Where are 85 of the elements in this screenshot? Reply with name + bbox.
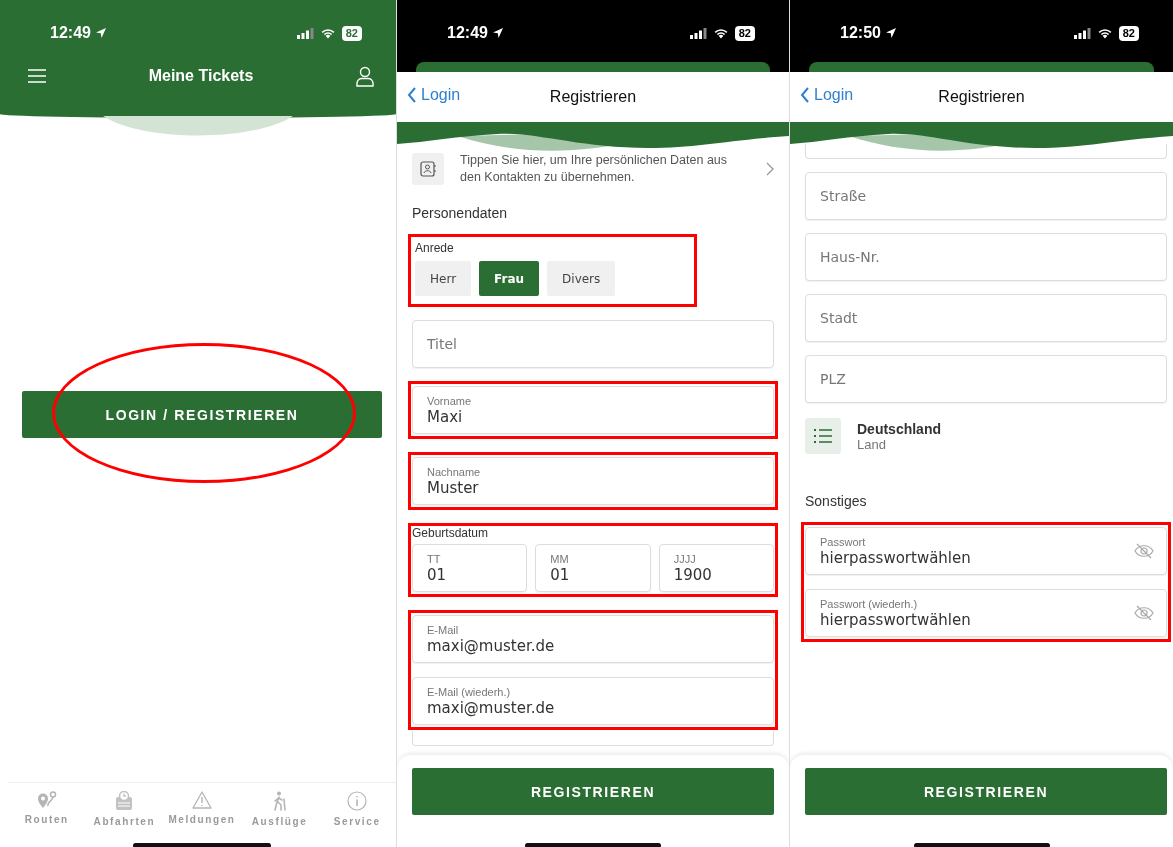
- field-value[interactable]: Titel: [427, 335, 761, 353]
- screen-title: Meine Tickets: [147, 67, 255, 85]
- salutation-option[interactable]: Herr: [415, 261, 472, 296]
- login-button[interactable]: LOGIN / REGISTRIEREN: [22, 391, 382, 438]
- field-value[interactable]: Haus-Nr.: [820, 248, 1154, 266]
- field-value[interactable]: Straße: [820, 187, 1154, 205]
- signal-icon: [689, 27, 707, 39]
- field-label: Anrede: [415, 241, 455, 255]
- contact-card-icon: [420, 161, 436, 177]
- status-time: 12:49: [50, 24, 91, 42]
- input-field[interactable]: Titel: [412, 320, 774, 368]
- back-link[interactable]: Login: [800, 86, 854, 104]
- field-value[interactable]: maxi@muster.de: [427, 698, 761, 717]
- back-link[interactable]: Login: [407, 86, 461, 104]
- wifi-icon: [319, 27, 336, 39]
- status-time: 12:50: [840, 24, 881, 42]
- status-time: 12:49: [447, 24, 488, 42]
- location-arrow-icon: [884, 27, 897, 39]
- input-field[interactable]: Passwort (wiederh.) hierpasswortwählen: [805, 589, 1167, 637]
- chevron-right-icon: [766, 162, 774, 176]
- input-field[interactable]: Nachname Muster: [412, 457, 774, 505]
- menu-icon[interactable]: [28, 69, 46, 83]
- field-label: Geburtsdatum: [412, 526, 490, 540]
- eye-slash-icon[interactable]: [1134, 543, 1154, 559]
- field-label: TT: [427, 552, 442, 566]
- field-value[interactable]: 01: [427, 565, 515, 584]
- wifi-icon: [712, 27, 729, 39]
- input-field[interactable]: Vorname Maxi: [412, 386, 774, 434]
- battery-level: 82: [1118, 25, 1139, 41]
- battery-level: 82: [734, 25, 755, 41]
- field-value[interactable]: Maxi: [427, 407, 761, 426]
- field-label: JJJJ: [673, 552, 697, 566]
- input-field[interactable]: E-Mail maxi@muster.de: [412, 615, 774, 663]
- field-value[interactable]: Stadt: [820, 309, 1154, 327]
- contacts-hint: Tippen Sie hier, um Ihre persönlichen Daten aus den Kontakten zu übernehmen.: [460, 152, 729, 186]
- field-label: Vorname: [427, 394, 473, 408]
- input-field[interactable]: Straße: [805, 172, 1167, 220]
- location-arrow-icon: [491, 27, 504, 39]
- salutation-option[interactable]: Frau: [479, 261, 540, 296]
- clipboard-clock-icon: [115, 791, 134, 811]
- info-icon: [347, 791, 368, 811]
- field-value[interactable]: Muster: [427, 478, 761, 497]
- field-value[interactable]: maxi@muster.de: [427, 636, 761, 655]
- input-field[interactable]: TT 01: [412, 544, 528, 592]
- field-label: Passwort (wiederh.): [820, 597, 919, 611]
- screen-title: Registrieren: [938, 88, 1025, 106]
- input-field[interactable]: MM 01: [535, 544, 651, 592]
- warning-icon: [192, 791, 212, 809]
- country-value[interactable]: Deutschland: [857, 420, 941, 437]
- register-button[interactable]: REGISTRIEREN: [805, 768, 1167, 815]
- field-value[interactable]: hierpasswortwählen: [820, 548, 1134, 567]
- location-arrow-icon: [94, 27, 107, 39]
- user-icon[interactable]: [356, 65, 374, 87]
- register-button[interactable]: REGISTRIEREN: [412, 768, 774, 815]
- input-field[interactable]: JJJJ 1900: [658, 544, 774, 592]
- field-value[interactable]: 01: [550, 565, 638, 584]
- chevron-left-icon: [800, 87, 810, 103]
- section-heading: Sonstiges: [805, 493, 868, 509]
- field-label: E-Mail (wiederh.): [427, 685, 512, 699]
- chevron-left-icon: [407, 87, 417, 103]
- eye-slash-icon[interactable]: [1134, 605, 1154, 621]
- battery-level: 82: [341, 25, 362, 41]
- route-pin-icon: [36, 791, 57, 809]
- field-label: MM: [550, 552, 570, 566]
- field-label: Land: [857, 436, 887, 452]
- signal-icon: [296, 27, 314, 39]
- wifi-icon: [1096, 27, 1113, 39]
- input-field[interactable]: Haus-Nr.: [805, 233, 1167, 281]
- list-icon: [805, 418, 841, 454]
- salutation-option[interactable]: Divers: [547, 261, 616, 296]
- field-label: E-Mail: [427, 623, 460, 637]
- signal-icon: [1073, 27, 1091, 39]
- input-field[interactable]: Stadt: [805, 294, 1167, 342]
- field-value[interactable]: hierpasswortwählen: [820, 610, 1134, 629]
- field-value[interactable]: PLZ: [820, 370, 1154, 388]
- section-heading: Personendaten: [412, 205, 508, 221]
- field-label: Passwort: [820, 535, 867, 549]
- hiker-icon: [271, 791, 288, 811]
- field-label: Nachname: [427, 465, 482, 479]
- screen-title: Registrieren: [549, 88, 637, 106]
- input-field[interactable]: Passwort hierpasswortwählen: [805, 527, 1167, 575]
- field-value[interactable]: 1900: [673, 565, 761, 584]
- input-field[interactable]: PLZ: [805, 355, 1167, 403]
- input-field[interactable]: E-Mail (wiederh.) maxi@muster.de: [412, 677, 774, 725]
- contacts-import-row[interactable]: Tippen Sie hier, um Ihre persönlichen Daten aus den Kontakten zu übernehmen.: [412, 152, 774, 186]
